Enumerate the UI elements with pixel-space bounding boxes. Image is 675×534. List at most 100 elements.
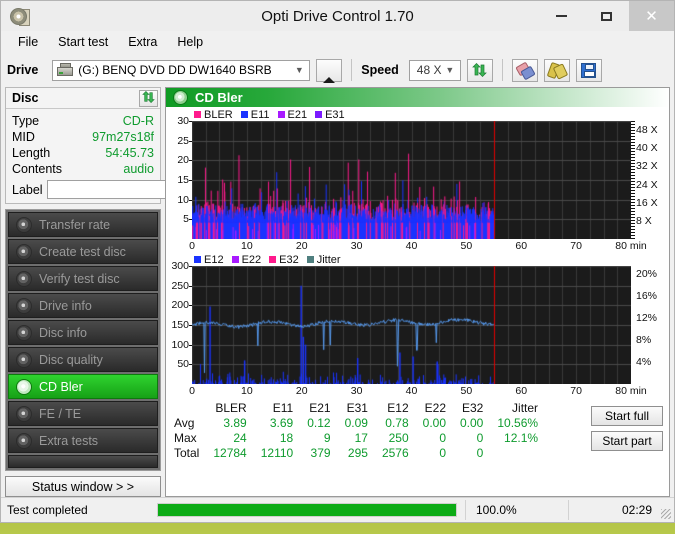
chart-jitter-plot[interactable] xyxy=(192,266,631,384)
table-row: Max 24 18 9 17 250 0 0 12.1% xyxy=(170,431,545,446)
disc-panel-header: Disc xyxy=(6,88,160,109)
stats-row-label: Avg xyxy=(170,416,206,431)
window-controls: ✕ xyxy=(539,1,674,31)
right-tick-label: 16% xyxy=(636,290,657,302)
chart-bler-plot[interactable] xyxy=(192,121,631,239)
stats-cell: 9 xyxy=(300,431,337,446)
maximize-button[interactable] xyxy=(584,1,629,31)
menu-item-file[interactable]: File xyxy=(9,32,47,52)
legend-swatch xyxy=(194,111,201,118)
disc-info-key: Type xyxy=(12,113,39,129)
stats-cell: 2576 xyxy=(375,446,416,461)
sidebar-item-disc-info[interactable]: Disc info xyxy=(8,320,158,345)
disc-bler-icon xyxy=(16,379,32,395)
chart-panel: CD Bler BLER E11 E21 E31 51015202530 xyxy=(165,87,670,497)
disc-refresh-button[interactable] xyxy=(139,90,158,107)
options-button[interactable] xyxy=(544,59,570,82)
menu-item-start-test[interactable]: Start test xyxy=(49,32,117,52)
statistics-table: BLER E11 E21 E31 E12 E22 E32 Jitter xyxy=(170,401,545,461)
nav-filler xyxy=(8,455,158,468)
chart-jitter-percent-axis: 4%8%12%16%20% xyxy=(631,266,669,384)
x-tick-label: 40 xyxy=(406,240,418,252)
right-tick-label: 12% xyxy=(636,312,657,324)
sidebar-item-cd-bler[interactable]: CD Bler xyxy=(8,374,158,399)
table-row: Avg 3.89 3.69 0.12 0.09 0.78 0.00 0.00 1… xyxy=(170,416,545,431)
chart-bler-speed-axis: 8 X16 X24 X32 X40 X48 X xyxy=(631,121,669,239)
x-tick-label: 0 xyxy=(189,240,195,252)
stats-cell: 0.78 xyxy=(375,416,416,431)
disc-panel: Disc Type CD-R xyxy=(5,87,161,204)
chart-panel-header: CD Bler xyxy=(166,88,669,107)
legend-label: E31 xyxy=(325,109,345,121)
stats-cell xyxy=(490,446,545,461)
resize-grip[interactable] xyxy=(661,509,671,519)
sidebar-item-label: Drive info xyxy=(39,299,92,313)
chart-jitter-plotrow: 50100150200250300 4%8%12%16%20% xyxy=(166,266,669,384)
menu-item-extra[interactable]: Extra xyxy=(119,32,166,52)
test-nav-list: Transfer rate Create test disc Verify te… xyxy=(5,209,161,471)
eject-button[interactable] xyxy=(316,59,342,82)
minimize-button[interactable] xyxy=(539,1,584,31)
disc-info-row-type: Type CD-R xyxy=(12,113,154,129)
close-button[interactable]: ✕ xyxy=(629,1,674,31)
start-full-button[interactable]: Start full xyxy=(591,406,663,426)
x-tick-label: 10 xyxy=(241,240,253,252)
disc-info-key: Contents xyxy=(12,161,62,177)
table-row: Total 12784 12110 379 295 2576 0 0 xyxy=(170,446,545,461)
legend-label: BLER xyxy=(204,109,233,121)
drive-select[interactable]: (G:) BENQ DVD DD DW1640 BSRB ▼ xyxy=(52,60,310,81)
right-tick-label: 8 X xyxy=(636,215,652,227)
start-part-button[interactable]: Start part xyxy=(591,431,663,451)
refresh-icon xyxy=(472,63,487,77)
stats-row-label: Max xyxy=(170,431,206,446)
chart-bler-plotrow: 51015202530 8 X16 X24 X32 X40 X48 X xyxy=(166,121,669,239)
left-sidebar: Disc Type CD-R xyxy=(5,87,161,497)
x-tick-label: 20 xyxy=(296,385,308,397)
progress-bar-fill xyxy=(158,504,456,516)
disc-quality-icon xyxy=(16,352,32,368)
stats-cell: 0.12 xyxy=(300,416,337,431)
stats-col-e12: E12 xyxy=(375,401,416,416)
x-tick-label: 40 xyxy=(406,385,418,397)
table-header-row: BLER E11 E21 E31 E12 E22 E32 Jitter xyxy=(170,401,545,416)
stats-col-jitter: Jitter xyxy=(490,401,545,416)
disc-info-list: Type CD-R MID 97m27s18f Length 54:45.73 … xyxy=(6,109,160,203)
stats-cell: 12110 xyxy=(254,446,300,461)
menu-bar: File Start test Extra Help xyxy=(1,31,674,53)
sidebar-item-verify-test-disc[interactable]: Verify test disc xyxy=(8,266,158,291)
stats-cell: 3.89 xyxy=(206,416,253,431)
sidebar-item-drive-info[interactable]: Drive info xyxy=(8,293,158,318)
sidebar-item-label: Create test disc xyxy=(39,245,126,259)
legend-item-e21: E21 xyxy=(278,109,308,121)
stats-cell: 12784 xyxy=(206,446,253,461)
clear-button[interactable] xyxy=(512,59,538,82)
sidebar-item-create-test-disc[interactable]: Create test disc xyxy=(8,239,158,264)
menu-item-help[interactable]: Help xyxy=(168,32,212,52)
save-button[interactable] xyxy=(576,59,602,82)
x-tick-label: 50 xyxy=(461,240,473,252)
sidebar-item-disc-quality[interactable]: Disc quality xyxy=(8,347,158,372)
speed-select[interactable]: 48 X ▼ xyxy=(409,60,461,81)
sidebar-item-transfer-rate[interactable]: Transfer rate xyxy=(8,212,158,237)
stats-cell: 17 xyxy=(338,431,375,446)
y-tick-label: 20 xyxy=(177,154,189,166)
stats-col-e31: E31 xyxy=(338,401,375,416)
speed-ruler xyxy=(631,121,635,239)
refresh-button[interactable] xyxy=(467,59,493,82)
stats-cell: 0 xyxy=(416,431,453,446)
x-tick-label: 60 xyxy=(515,240,527,252)
y-tick-label: 15 xyxy=(177,174,189,186)
stats-cell: 0.00 xyxy=(416,416,453,431)
right-tick-label: 8% xyxy=(636,334,651,346)
x-tick-label: 20 xyxy=(296,240,308,252)
disc-info-value: 54:45.73 xyxy=(105,145,154,161)
sidebar-item-fe-te[interactable]: FE / TE xyxy=(8,401,158,426)
legend-swatch xyxy=(315,111,322,118)
chart-panel-title: CD Bler xyxy=(195,90,243,105)
sidebar-item-label: Transfer rate xyxy=(39,218,110,232)
stats-cell: 0.00 xyxy=(453,416,490,431)
status-window-button[interactable]: Status window > > xyxy=(5,476,161,497)
sidebar-item-extra-tests[interactable]: Extra tests xyxy=(8,428,158,453)
legend-item-bler: BLER xyxy=(194,109,233,121)
x-tick-label: 50 xyxy=(461,385,473,397)
